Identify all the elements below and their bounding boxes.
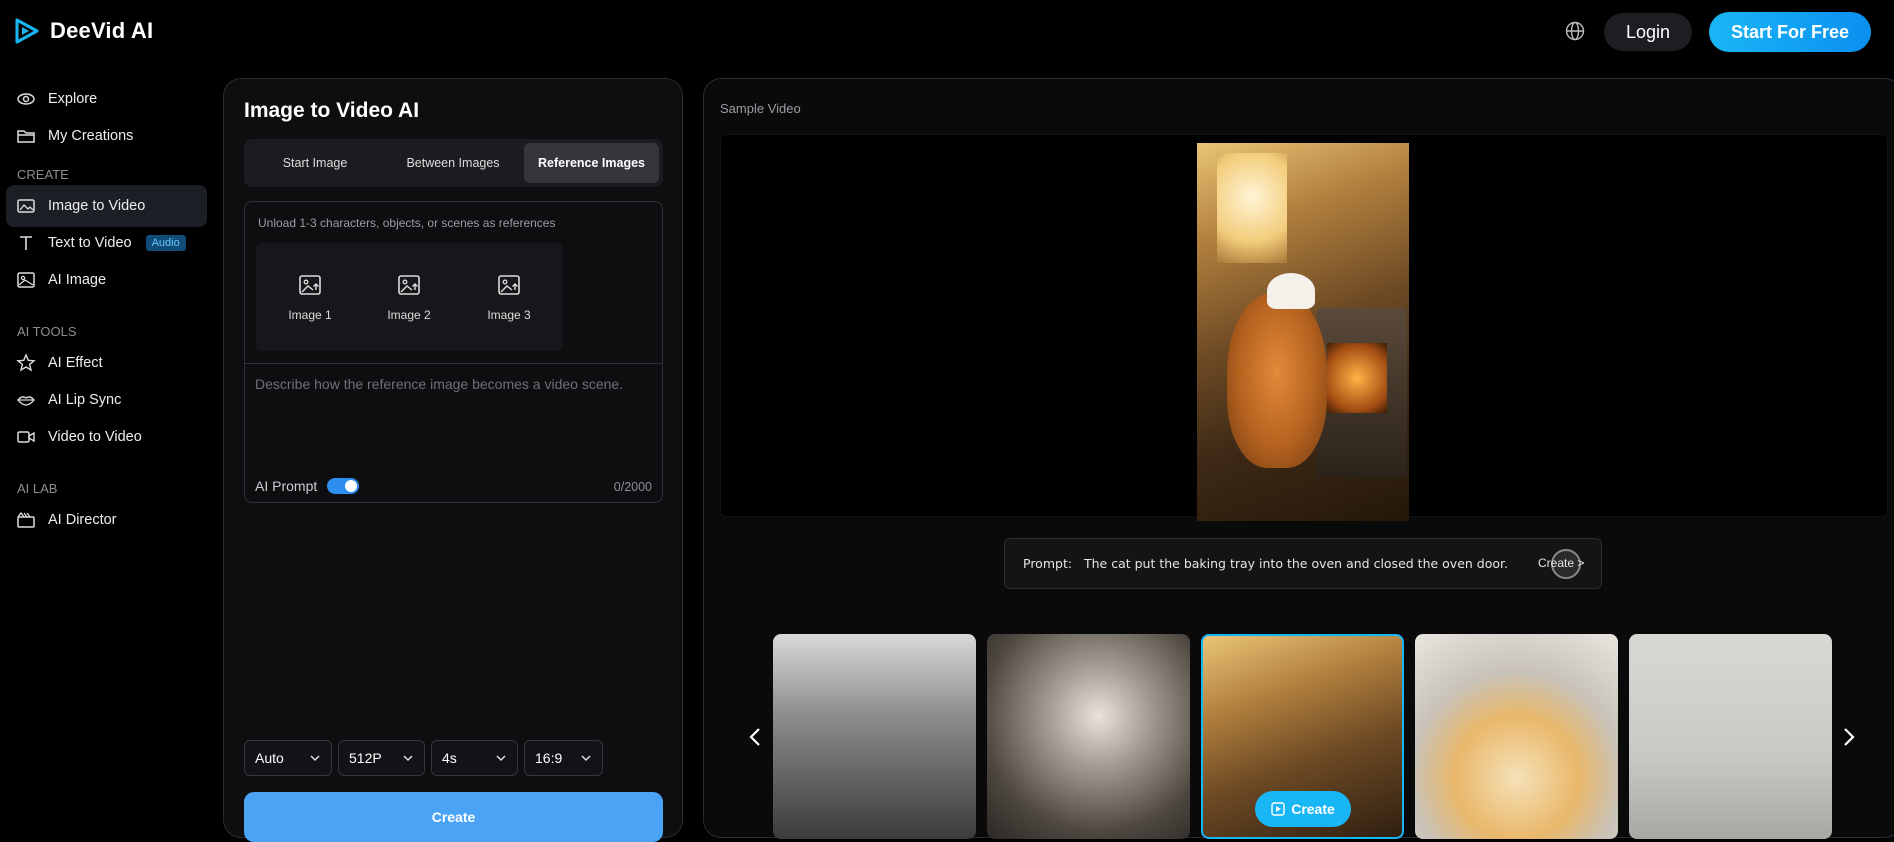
mode-tabs: Start Image Between Images Reference Ima… xyxy=(244,139,663,187)
sidebar-item-label: AI Image xyxy=(48,272,107,288)
sidebar-item-my-creations[interactable]: My Creations xyxy=(6,115,207,157)
chevron-down-icon xyxy=(403,755,413,762)
sample-video-frame xyxy=(1197,143,1409,521)
sidebar-item-ai-lip-sync[interactable]: AI Lip Sync xyxy=(6,379,207,421)
sample-prompt: Prompt: The cat put the baking tray into… xyxy=(1023,556,1508,571)
ai-prompt-toggle[interactable] xyxy=(327,478,360,494)
chevron-down-icon xyxy=(310,755,320,762)
thumb-create-label: Create xyxy=(1291,801,1335,817)
prompt-prefix: Prompt: xyxy=(1023,556,1073,571)
sample-thumb-2[interactable] xyxy=(987,634,1190,839)
folder-icon xyxy=(17,130,35,143)
select-value: 16:9 xyxy=(535,750,563,766)
chevron-down-icon xyxy=(581,755,591,762)
start-for-free-button[interactable]: Start For Free xyxy=(1709,12,1871,52)
gallery-icon xyxy=(17,272,35,288)
tab-reference-images[interactable]: Reference Images xyxy=(524,143,659,183)
chevron-left-icon[interactable] xyxy=(744,725,768,749)
sidebar-item-label: My Creations xyxy=(48,128,134,144)
login-button[interactable]: Login xyxy=(1604,13,1692,51)
model-select[interactable]: Auto xyxy=(244,740,332,776)
sidebar-item-label: Video to Video xyxy=(48,429,142,445)
resolution-select[interactable]: 512P xyxy=(338,740,425,776)
thumb-create-button[interactable]: Create xyxy=(1255,791,1351,827)
generator-panel: Image to Video AI Start Image Between Im… xyxy=(223,78,683,842)
sidebar-item-label: AI Director xyxy=(48,512,117,528)
upload-slot-3[interactable]: Image 3 xyxy=(455,243,563,351)
sidebar-item-ai-effect[interactable]: AI Effect xyxy=(6,342,207,384)
section-create: CREATE xyxy=(17,167,69,182)
sidebar-item-label: AI Lip Sync xyxy=(48,392,122,408)
sample-prompt-bar: Prompt: The cat put the baking tray into… xyxy=(1004,538,1602,589)
play-square-icon xyxy=(1271,802,1285,816)
globe-icon[interactable] xyxy=(1564,20,1586,42)
brand-name: DeeVid AI xyxy=(50,18,154,43)
chef-hat xyxy=(1267,273,1315,309)
sample-thumb-1[interactable] xyxy=(773,634,976,839)
slot-label: Image 3 xyxy=(487,308,531,322)
sample-panel: Sample Video Prompt: The cat put the bak… xyxy=(703,78,1894,839)
prompt-input[interactable]: Describe how the reference image becomes… xyxy=(255,376,623,392)
create-button[interactable]: Create xyxy=(244,792,663,842)
prompt-create-link[interactable]: Create > xyxy=(1538,556,1584,570)
sidebar-item-ai-director[interactable]: AI Director xyxy=(6,499,207,541)
sidebar-item-label: Explore xyxy=(48,91,98,107)
prompt-text: The cat put the baking tray into the ove… xyxy=(1083,556,1508,571)
section-ai-tools: AI TOOLS xyxy=(17,324,77,339)
image-upload-icon xyxy=(299,275,321,295)
image-icon xyxy=(17,199,35,213)
sidebar-item-explore[interactable]: Explore xyxy=(6,78,207,120)
image-upload-icon xyxy=(398,275,420,295)
sample-video-label: Sample Video xyxy=(720,101,801,116)
aspect-ratio-select[interactable]: 16:9 xyxy=(524,740,603,776)
duration-select[interactable]: 4s xyxy=(431,740,518,776)
logo-icon xyxy=(15,18,39,44)
select-value: 512P xyxy=(349,750,382,766)
director-icon xyxy=(17,511,35,528)
ai-prompt-label: AI Prompt xyxy=(255,478,318,494)
reference-hint: Unload 1-3 characters, objects, or scene… xyxy=(258,216,556,230)
top-bar: DeeVid AI Login Start For Free xyxy=(0,0,1894,64)
reference-box: Unload 1-3 characters, objects, or scene… xyxy=(244,201,663,503)
chevron-down-icon xyxy=(496,755,506,762)
sidebar-item-ai-image[interactable]: AI Image xyxy=(6,259,207,301)
eye-icon xyxy=(17,93,35,105)
tab-start-image[interactable]: Start Image xyxy=(248,143,382,183)
ai-prompt-control: AI Prompt xyxy=(255,478,360,494)
cat-figure xyxy=(1227,293,1327,468)
divider xyxy=(245,363,662,364)
sidebar-item-image-to-video[interactable]: Image to Video xyxy=(6,185,207,227)
sample-video-player[interactable]: Prompt: The cat put the baking tray into… xyxy=(720,134,1888,589)
slot-label: Image 2 xyxy=(387,308,431,322)
sidebar-item-text-to-video[interactable]: Text to Video Audio xyxy=(6,222,207,264)
character-counter: 0/2000 xyxy=(613,480,652,494)
lips-icon xyxy=(17,396,35,406)
text-icon xyxy=(20,236,32,250)
sidebar-item-video-to-video[interactable]: Video to Video xyxy=(6,416,207,458)
select-value: 4s xyxy=(442,750,457,766)
slot-label: Image 1 xyxy=(288,308,332,322)
logo[interactable]: DeeVid AI xyxy=(14,18,153,44)
sidebar-item-label: Image to Video xyxy=(48,198,146,214)
star-icon xyxy=(16,353,36,372)
panel-title: Image to Video AI xyxy=(244,99,420,122)
image-upload-icon xyxy=(498,275,520,295)
sample-thumb-5[interactable] xyxy=(1629,634,1832,839)
audio-badge: Audio xyxy=(145,235,186,251)
select-value: Auto xyxy=(255,750,284,766)
camera-icon xyxy=(17,431,35,443)
sidebar: Explore My Creations CREATE Image to Vid… xyxy=(0,64,215,827)
sidebar-item-label: AI Effect xyxy=(48,355,103,371)
section-ai-lab: AI LAB xyxy=(17,481,58,496)
sidebar-item-label: Text to Video xyxy=(48,235,132,251)
sample-thumb-3[interactable]: Create xyxy=(1201,634,1404,839)
window-light xyxy=(1217,153,1287,263)
upload-slot-1[interactable]: Image 1 xyxy=(256,243,364,351)
chevron-right-icon[interactable] xyxy=(1836,725,1860,749)
oven-glow xyxy=(1327,343,1387,413)
tab-between-images[interactable]: Between Images xyxy=(386,143,520,183)
upload-slot-2[interactable]: Image 2 xyxy=(355,243,463,351)
sample-thumb-4[interactable] xyxy=(1415,634,1618,839)
